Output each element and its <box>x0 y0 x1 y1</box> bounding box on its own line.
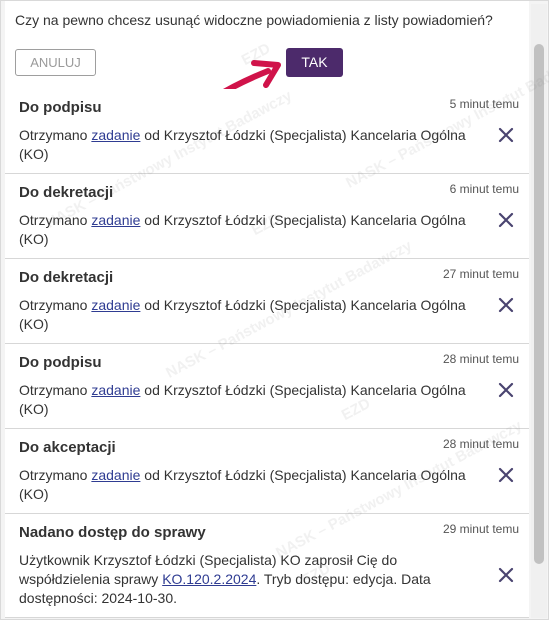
notification-body: Otrzymano zadanie od Krzysztof Łódzki (S… <box>19 296 485 334</box>
close-icon[interactable] <box>497 566 515 584</box>
confirm-question: Czy na pewno chcesz usunąć widoczne powi… <box>15 12 493 28</box>
cancel-button[interactable]: ANULUJ <box>15 49 96 76</box>
notification-text-prefix: Otrzymano <box>19 382 92 398</box>
notification-body: Użytkownik Krzysztof Łódzki (Specjalista… <box>19 551 485 608</box>
notification-time: 6 minut temu <box>449 182 519 196</box>
task-link[interactable]: zadanie <box>91 467 140 483</box>
notification-body: Otrzymano zadanie od Krzysztof Łódzki (S… <box>19 126 485 164</box>
scrollbar[interactable] <box>531 4 547 618</box>
task-link[interactable]: zadanie <box>91 212 140 228</box>
notification-item: Do dekretacji 27 minut temu Otrzymano za… <box>5 259 529 344</box>
notification-text-prefix: Otrzymano <box>19 467 92 483</box>
close-icon[interactable] <box>497 296 515 314</box>
notification-time: 27 minut temu <box>442 267 519 281</box>
notification-body: Otrzymano zadanie od Krzysztof Łódzki (S… <box>19 381 485 419</box>
notification-item: Do dekretacji 6 minut temu Otrzymano zad… <box>5 174 529 259</box>
task-link[interactable]: zadanie <box>91 297 140 313</box>
notification-title: Do dekretacji <box>19 184 114 201</box>
notification-body: Otrzymano zadanie od Krzysztof Łódzki (S… <box>19 211 485 249</box>
close-icon[interactable] <box>497 381 515 399</box>
notification-title: Do akceptacji <box>19 439 116 456</box>
notification-item: Do podpisu 28 minut temu Otrzymano zadan… <box>5 344 529 429</box>
notification-text-prefix: Otrzymano <box>19 212 92 228</box>
notifications-panel: Czy na pewno chcesz usunąć widoczne powi… <box>0 0 549 620</box>
notification-time: 29 minut temu <box>442 522 519 536</box>
scrollbar-thumb[interactable] <box>534 44 544 564</box>
notification-title: Do podpisu <box>19 99 102 116</box>
yes-button[interactable]: TAK <box>286 48 343 77</box>
close-icon[interactable] <box>497 466 515 484</box>
notification-body: Otrzymano zadanie od Krzysztof Łódzki (S… <box>19 466 485 504</box>
notification-text-prefix: Otrzymano <box>19 297 92 313</box>
task-link[interactable]: zadanie <box>91 127 140 143</box>
notification-title: Do podpisu <box>19 354 102 371</box>
notification-item: Do akceptacji 28 minut temu Otrzymano za… <box>5 429 529 514</box>
notification-item: Do podpisu 5 minut temu Otrzymano zadani… <box>5 89 529 174</box>
close-icon[interactable] <box>497 211 515 229</box>
case-link[interactable]: KO.120.2.2024 <box>162 571 256 587</box>
notification-list: Do podpisu 5 minut temu Otrzymano zadani… <box>5 89 529 618</box>
notification-time: 5 minut temu <box>449 97 519 111</box>
notification-time: 28 minut temu <box>442 437 519 451</box>
close-icon[interactable] <box>497 126 515 144</box>
notification-time: 28 minut temu <box>442 352 519 366</box>
notification-title: Do dekretacji <box>19 269 114 286</box>
task-link[interactable]: zadanie <box>91 382 140 398</box>
notification-text-prefix: Otrzymano <box>19 127 92 143</box>
notification-title: Nadano dostęp do sprawy <box>19 524 206 541</box>
notification-item: Nadano dostęp do sprawy 29 minut temu Uż… <box>5 514 529 618</box>
